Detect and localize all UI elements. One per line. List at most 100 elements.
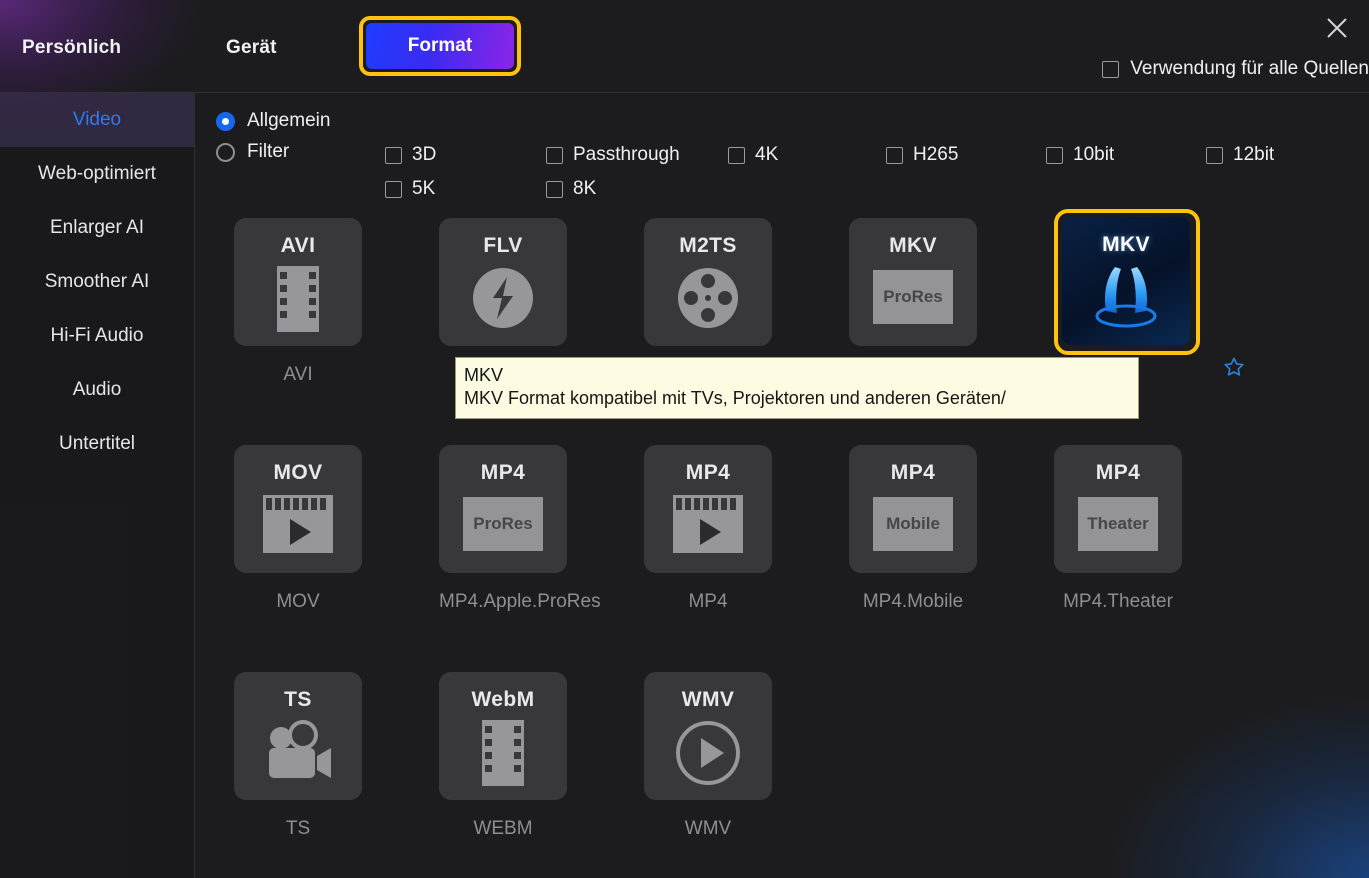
checkbox-4k[interactable]: 4K: [728, 144, 778, 166]
format-row: TS TS WebM WEBM WMV WMV: [216, 672, 1366, 878]
format-tile-mp4-theater[interactable]: MP4 Theater MP4.Theater: [1054, 445, 1182, 613]
format-tile-avi-icon[interactable]: AVI: [234, 218, 362, 346]
film-strip-icon: [234, 266, 362, 332]
checkbox-5k-box[interactable]: [385, 180, 402, 198]
format-tile-mp4-prores-icon[interactable]: MP4 ProRes: [439, 445, 567, 573]
checkbox-12bit[interactable]: 12bit: [1206, 144, 1274, 166]
format-tile-badge: ProRes: [873, 270, 953, 324]
format-tile-title: MOV: [273, 461, 323, 484]
format-tile-mp4-prores[interactable]: MP4 ProRes MP4.Apple.ProRes: [439, 445, 601, 613]
checkbox-passthrough[interactable]: Passthrough: [546, 144, 680, 166]
sidebar-item-label: Video: [72, 109, 122, 130]
tab-personal[interactable]: Persönlich: [22, 37, 121, 59]
format-tile-wmv-icon[interactable]: WMV: [644, 672, 772, 800]
mode-general-label: Allgemein: [247, 110, 331, 131]
sidebar-item-enlarger-ai[interactable]: Enlarger AI: [0, 201, 194, 255]
close-icon: [1324, 15, 1350, 41]
checkbox-3d-box[interactable]: [385, 146, 402, 164]
checkbox-passthrough-box[interactable]: [546, 146, 563, 164]
sidebar-item-subtitle[interactable]: Untertitel: [0, 417, 194, 471]
format-tile-mp4-mobile[interactable]: MP4 Mobile MP4.Mobile: [849, 445, 977, 613]
format-tile-webm[interactable]: WebM WEBM: [439, 672, 567, 840]
format-tile-wmv[interactable]: WMV WMV: [644, 672, 772, 840]
tab-device[interactable]: Gerät: [226, 37, 277, 59]
category-sidebar: Video Web-optimiert Enlarger AI Smoother…: [0, 93, 194, 878]
tab-format[interactable]: Format: [359, 16, 521, 76]
format-tile-avi[interactable]: AVI AVI: [234, 218, 362, 386]
radio-general[interactable]: [216, 111, 235, 131]
checkbox-h265-box[interactable]: [886, 146, 903, 164]
tooltip-description: MKV Format kompatibel mit TVs, Projektor…: [464, 388, 1006, 409]
checkbox-3d[interactable]: 3D: [385, 144, 436, 166]
format-tile-caption: MOV: [276, 591, 320, 612]
sidebar-item-web-optimized[interactable]: Web-optimiert: [0, 147, 194, 201]
format-tile-mp4-mobile-icon[interactable]: MP4 Mobile: [849, 445, 977, 573]
mode-filter-label: Filter: [247, 141, 290, 162]
tab-format-label: Format: [366, 23, 514, 69]
format-tile-title: MP4: [480, 461, 526, 484]
tooltip-title: MKV: [464, 365, 504, 385]
format-tile-title: WMV: [681, 688, 735, 711]
checkbox-4k-box[interactable]: [728, 146, 745, 164]
close-button[interactable]: [1315, 6, 1359, 50]
checkbox-10bit[interactable]: 10bit: [1046, 144, 1114, 166]
format-tile-mp4-theater-icon[interactable]: MP4 Theater: [1054, 445, 1182, 573]
checkbox-3d-label: 3D: [412, 144, 437, 165]
radio-filter[interactable]: [216, 142, 235, 162]
checkbox-8k-box[interactable]: [546, 180, 563, 198]
sidebar-item-label: Web-optimiert: [38, 163, 156, 184]
format-tile-badge: Theater: [1078, 497, 1158, 551]
format-tile-title: MKV: [889, 234, 937, 257]
format-tile-title: MP4: [1095, 461, 1141, 484]
format-tile-flv-icon[interactable]: FLV: [439, 218, 567, 346]
format-tile-title: AVI: [280, 234, 316, 257]
checkbox-h265[interactable]: H265: [886, 144, 958, 166]
sidebar-item-audio[interactable]: Audio: [0, 363, 194, 417]
format-tile-mp4-icon[interactable]: MP4: [644, 445, 772, 573]
format-tile-ts-icon[interactable]: TS: [234, 672, 362, 800]
format-tile-caption: MP4.Apple.ProRes: [439, 591, 601, 612]
format-tile-title: FLV: [483, 234, 523, 257]
use-for-all-sources-checkbox[interactable]: [1102, 60, 1120, 78]
mode-general[interactable]: Allgemein: [216, 107, 1356, 135]
checkbox-4k-label: 4K: [755, 144, 779, 165]
video-play-icon: [644, 493, 772, 557]
sidebar-item-hifi-audio[interactable]: Hi-Fi Audio: [0, 309, 194, 363]
format-tile-mkv-icon[interactable]: MKV: [1062, 217, 1190, 345]
use-for-all-sources-label: Verwendung für alle Quellen: [1130, 58, 1369, 79]
film-reel-icon: [644, 266, 772, 330]
format-tile-webm-icon[interactable]: WebM: [439, 672, 567, 800]
mode-filter[interactable]: Filter: [216, 141, 289, 163]
format-tile-mkv-prores-icon[interactable]: MKV ProRes: [849, 218, 977, 346]
use-for-all-sources[interactable]: Verwendung für alle Quellen: [1102, 58, 1369, 80]
checkbox-12bit-box[interactable]: [1206, 146, 1223, 164]
format-tile-mov[interactable]: MOV MOV: [234, 445, 362, 613]
format-tile-caption: MP4.Theater: [1063, 591, 1173, 612]
checkbox-5k[interactable]: 5K: [385, 178, 435, 200]
star-outline-icon[interactable]: [1223, 356, 1245, 378]
format-tile-mp4[interactable]: MP4 MP4: [644, 445, 772, 613]
format-tile-title: MP4: [890, 461, 936, 484]
format-tile-mkv-selected[interactable]: MKV: [1054, 209, 1200, 355]
checkbox-12bit-label: 12bit: [1233, 144, 1275, 165]
camcorder-icon: [234, 720, 362, 784]
format-tile-m2ts-icon[interactable]: M2TS: [644, 218, 772, 346]
format-tile-badge: Mobile: [873, 497, 953, 551]
format-tile-mov-icon[interactable]: MOV: [234, 445, 362, 573]
sidebar-item-label: Untertitel: [58, 433, 136, 454]
format-grid: AVI AVI FLV M2TS MKV ProRes MKV MOV MOV …: [216, 209, 1366, 878]
sidebar-item-label: Hi-Fi Audio: [50, 325, 144, 346]
format-tile-caption: WEBM: [473, 818, 533, 839]
sidebar-divider: [194, 93, 195, 878]
checkbox-10bit-box[interactable]: [1046, 146, 1063, 164]
format-tile-caption: MP4.Mobile: [862, 591, 964, 612]
film-strip-icon: [439, 720, 567, 786]
sidebar-item-smoother-ai[interactable]: Smoother AI: [0, 255, 194, 309]
sidebar-item-video[interactable]: Video: [0, 93, 194, 147]
header-divider: [0, 92, 1369, 93]
format-tile-title: MP4: [685, 461, 731, 484]
checkbox-8k[interactable]: 8K: [546, 178, 596, 200]
checkbox-h265-label: H265: [913, 144, 959, 165]
format-tile-title: WebM: [471, 688, 535, 711]
format-tile-ts[interactable]: TS TS: [234, 672, 362, 840]
